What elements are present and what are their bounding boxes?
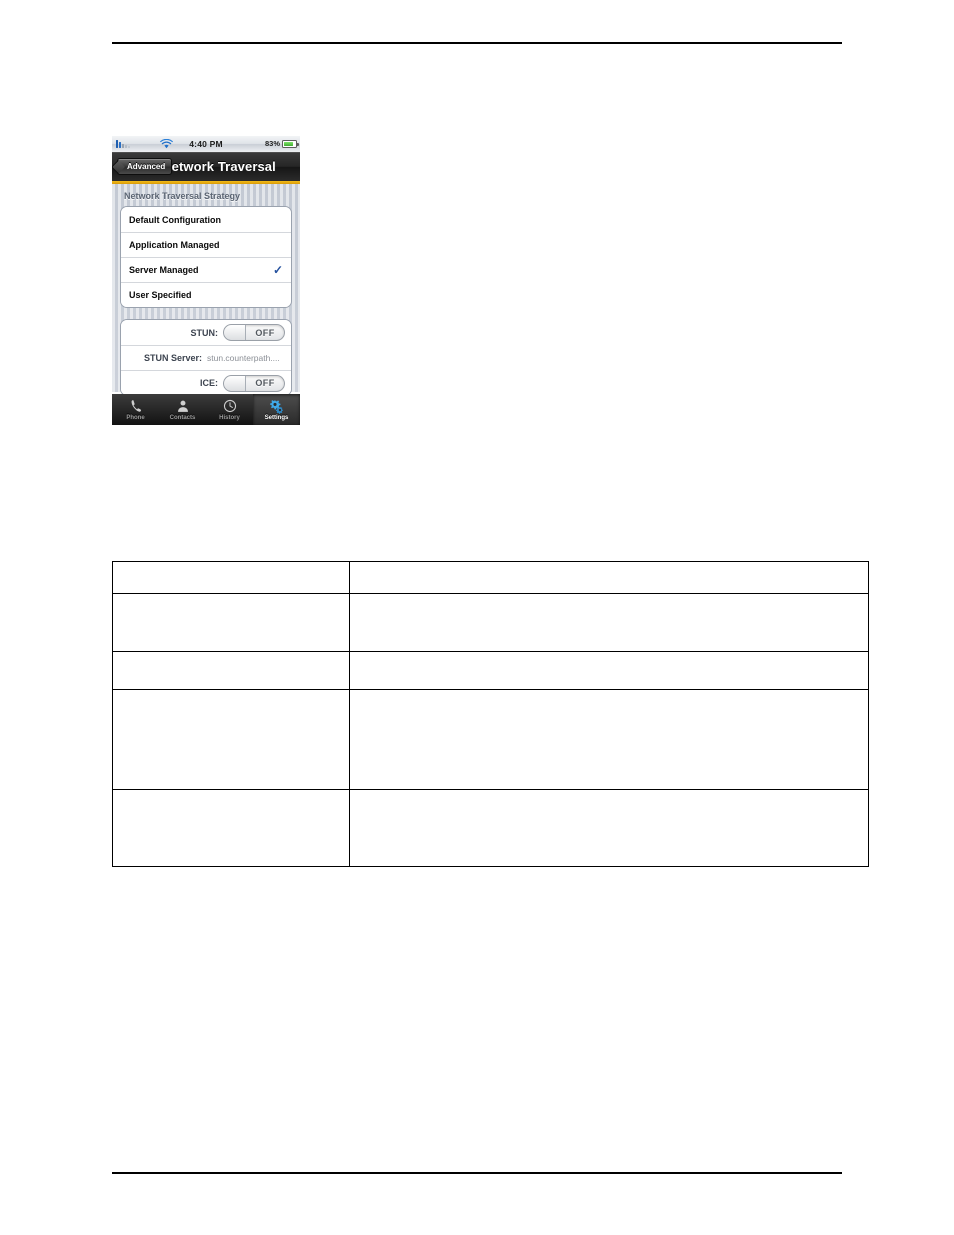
clock-icon xyxy=(223,399,237,414)
table-cell-label xyxy=(112,561,350,594)
table-cell-description xyxy=(349,651,869,690)
table-row xyxy=(112,789,869,867)
table-cell-description xyxy=(349,561,869,594)
stun-toggle-state: OFF xyxy=(255,327,275,338)
table-row xyxy=(112,593,869,652)
gears-icon xyxy=(269,399,284,414)
table-cell-label xyxy=(112,593,350,652)
tab-history[interactable]: History xyxy=(206,394,253,425)
back-button-label: Advanced xyxy=(127,162,166,171)
table-cell-description xyxy=(349,789,869,867)
phone-handset-icon xyxy=(129,399,143,414)
field-row-ice[interactable]: ICE: OFF xyxy=(121,370,291,395)
table-body xyxy=(112,561,869,867)
table-cell-label xyxy=(112,789,350,867)
table-row xyxy=(112,561,869,594)
option-label: Server Managed xyxy=(129,265,199,275)
page-footer-rule xyxy=(112,1172,842,1174)
ice-label: ICE: xyxy=(200,378,218,388)
stun-toggle[interactable]: OFF xyxy=(223,324,285,341)
table-row xyxy=(112,689,869,790)
table-cell-description xyxy=(349,593,869,652)
list-item-user-specified[interactable]: User Specified xyxy=(121,282,291,307)
stun-label: STUN: xyxy=(190,327,219,338)
stun-server-label: STUN Server: xyxy=(143,353,202,363)
ice-toggle-state: OFF xyxy=(255,378,275,388)
tab-label: Settings xyxy=(264,414,289,421)
strategy-options-group: Default Configuration Application Manage… xyxy=(120,206,292,308)
toggle-knob xyxy=(224,375,246,391)
tab-settings[interactable]: Settings xyxy=(253,394,300,425)
person-icon xyxy=(176,399,190,414)
battery-percent-label: 83% xyxy=(264,139,280,148)
settings-list-body: Network Traversal Strategy Default Confi… xyxy=(112,184,300,396)
tab-bar: Phone Contacts History Settings xyxy=(112,394,300,425)
ice-toggle[interactable]: OFF xyxy=(223,374,285,392)
tab-label: Contacts xyxy=(169,414,196,421)
settings-description-table xyxy=(112,561,869,867)
tab-label: Phone xyxy=(126,414,145,421)
list-item-server-managed[interactable]: Server Managed ✓ xyxy=(121,257,291,282)
table-row xyxy=(112,651,869,690)
table-cell-label xyxy=(112,651,350,690)
table-cell-label xyxy=(112,689,350,790)
phone-screenshot-figure: 4:40 PM 83% Advanced Network Traversal N… xyxy=(112,136,300,425)
list-item-default-configuration[interactable]: Default Configuration xyxy=(121,207,291,232)
navigation-bar: Advanced Network Traversal xyxy=(112,152,300,181)
table-cell-description xyxy=(349,689,869,790)
page-header-rule xyxy=(112,42,842,44)
stun-server-value[interactable]: stun.counterpath.... xyxy=(207,353,285,363)
battery-icon xyxy=(282,139,299,148)
option-label: Application Managed xyxy=(129,240,220,250)
back-button-advanced[interactable]: Advanced xyxy=(117,158,173,175)
field-row-stun-server[interactable]: STUN Server: stun.counterpath.... xyxy=(121,345,291,370)
tab-contacts[interactable]: Contacts xyxy=(159,394,206,425)
section-header-strategy: Network Traversal Strategy xyxy=(124,191,241,201)
status-bar-battery-group: 83% xyxy=(264,139,299,148)
status-bar: 4:40 PM 83% xyxy=(112,136,300,152)
list-item-application-managed[interactable]: Application Managed xyxy=(121,232,291,257)
toggle-knob xyxy=(224,325,246,340)
tab-phone[interactable]: Phone xyxy=(112,394,159,425)
field-row-stun[interactable]: STUN: OFF xyxy=(121,320,291,345)
checkmark-icon: ✓ xyxy=(272,263,283,277)
tab-label: History xyxy=(219,414,240,421)
stun-ice-group: STUN: OFF STUN Server: stun.counterpath.… xyxy=(120,319,292,396)
option-label: Default Configuration xyxy=(129,214,221,225)
option-label: User Specified xyxy=(129,290,192,300)
